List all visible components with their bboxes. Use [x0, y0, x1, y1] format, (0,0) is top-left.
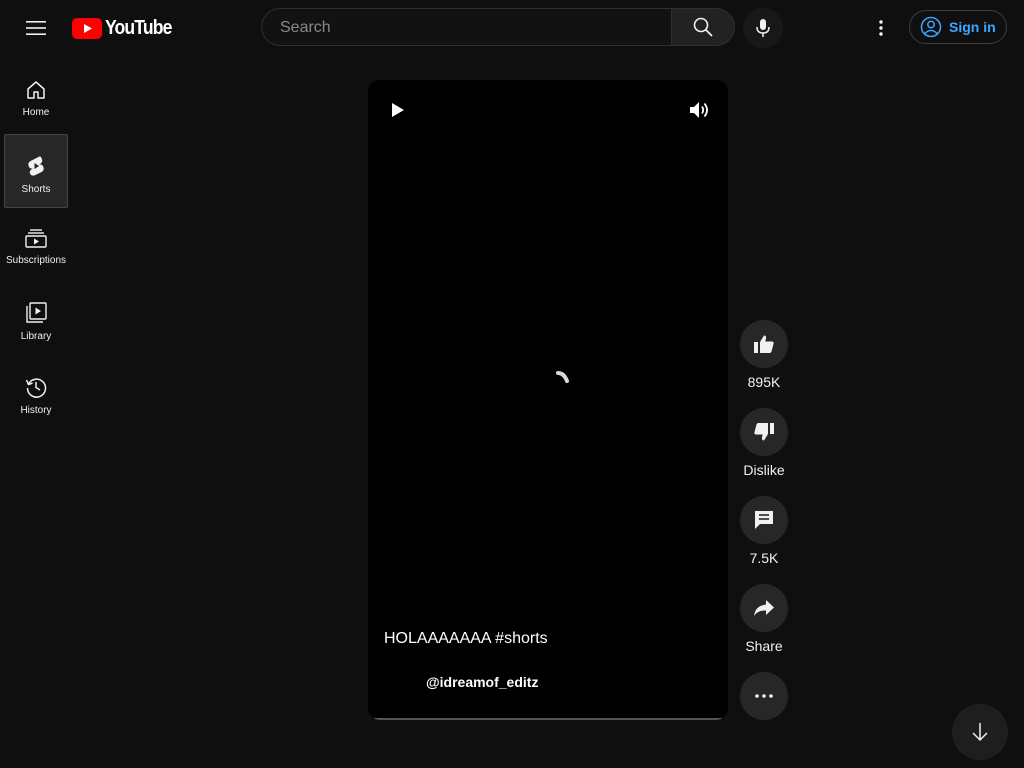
- search-box: [261, 8, 671, 47]
- sidebar-item-home[interactable]: Home: [4, 60, 68, 134]
- play-button[interactable]: [384, 96, 412, 124]
- logo-text: YouTube: [105, 16, 172, 39]
- comment-action: 7.5K: [740, 496, 788, 566]
- comment-icon: [755, 511, 773, 529]
- video-title[interactable]: HOLAAAAAAA #shorts: [384, 630, 548, 648]
- top-bar: YouTube Sign in: [0, 0, 1024, 56]
- sidebar-item-label: Home: [22, 107, 50, 118]
- sidebar-item-label: Library: [20, 331, 52, 342]
- sign-in-button[interactable]: Sign in: [909, 10, 1007, 44]
- menu-button[interactable]: [16, 8, 56, 48]
- subscriptions-icon: [25, 229, 47, 248]
- thumbs-up-icon: [754, 335, 774, 353]
- arrow-down-icon: [972, 723, 988, 742]
- sidebar-item-subscriptions[interactable]: Subscriptions: [4, 208, 68, 282]
- dislike-action: Dislike: [740, 408, 788, 478]
- hamburger-menu-icon: [26, 21, 46, 35]
- more-actions-button[interactable]: [740, 672, 788, 720]
- share-button[interactable]: [740, 584, 788, 632]
- horizontal-dots-icon: [755, 694, 773, 698]
- account-circle-icon: [920, 16, 942, 38]
- dislike-button[interactable]: [740, 408, 788, 456]
- search-input[interactable]: [278, 9, 662, 47]
- volume-icon: [690, 102, 708, 118]
- sidebar-item-label: Subscriptions: [5, 255, 67, 266]
- sidebar: Home Shorts Subscriptions Library Histor…: [0, 56, 72, 768]
- next-video-button[interactable]: [952, 704, 1008, 760]
- sidebar-item-history[interactable]: History: [4, 356, 68, 430]
- sidebar-item-label: Shorts: [21, 184, 51, 195]
- more-actions: [740, 672, 788, 720]
- microphone-icon: [756, 19, 770, 37]
- share-action: Share: [740, 584, 788, 654]
- youtube-logo[interactable]: YouTube: [72, 14, 181, 42]
- settings-more-button[interactable]: [861, 8, 901, 48]
- play-icon: [392, 103, 404, 117]
- search-button[interactable]: [671, 8, 735, 46]
- vertical-dots-icon: [879, 20, 883, 36]
- share-label: Share: [745, 638, 783, 654]
- history-icon: [25, 378, 47, 398]
- sidebar-item-library[interactable]: Library: [4, 282, 68, 356]
- thumbs-down-icon: [754, 423, 774, 441]
- home-icon: [27, 81, 45, 99]
- sidebar-item-label: History: [20, 405, 52, 416]
- channel-name[interactable]: @idreamof_editz: [426, 674, 538, 690]
- sidebar-item-shorts[interactable]: Shorts: [4, 134, 68, 208]
- like-count: 895K: [747, 374, 781, 390]
- share-arrow-icon: [754, 600, 774, 616]
- volume-button[interactable]: [686, 96, 714, 124]
- voice-search-button[interactable]: [743, 8, 783, 48]
- search-icon: [693, 17, 713, 37]
- comment-count: 7.5K: [749, 550, 779, 566]
- shorts-icon: [28, 156, 44, 176]
- like-action: 895K: [740, 320, 788, 390]
- loading-spinner-icon: [556, 371, 569, 383]
- video-progress-bar[interactable]: [374, 718, 722, 720]
- comment-button[interactable]: [740, 496, 788, 544]
- library-icon: [26, 302, 47, 323]
- youtube-play-logo-icon: [72, 17, 102, 39]
- sign-in-label: Sign in: [949, 19, 996, 35]
- dislike-label: Dislike: [743, 462, 785, 478]
- like-button[interactable]: [740, 320, 788, 368]
- shorts-video-player[interactable]: HOLAAAAAAA #shorts @idreamof_editz: [368, 80, 728, 720]
